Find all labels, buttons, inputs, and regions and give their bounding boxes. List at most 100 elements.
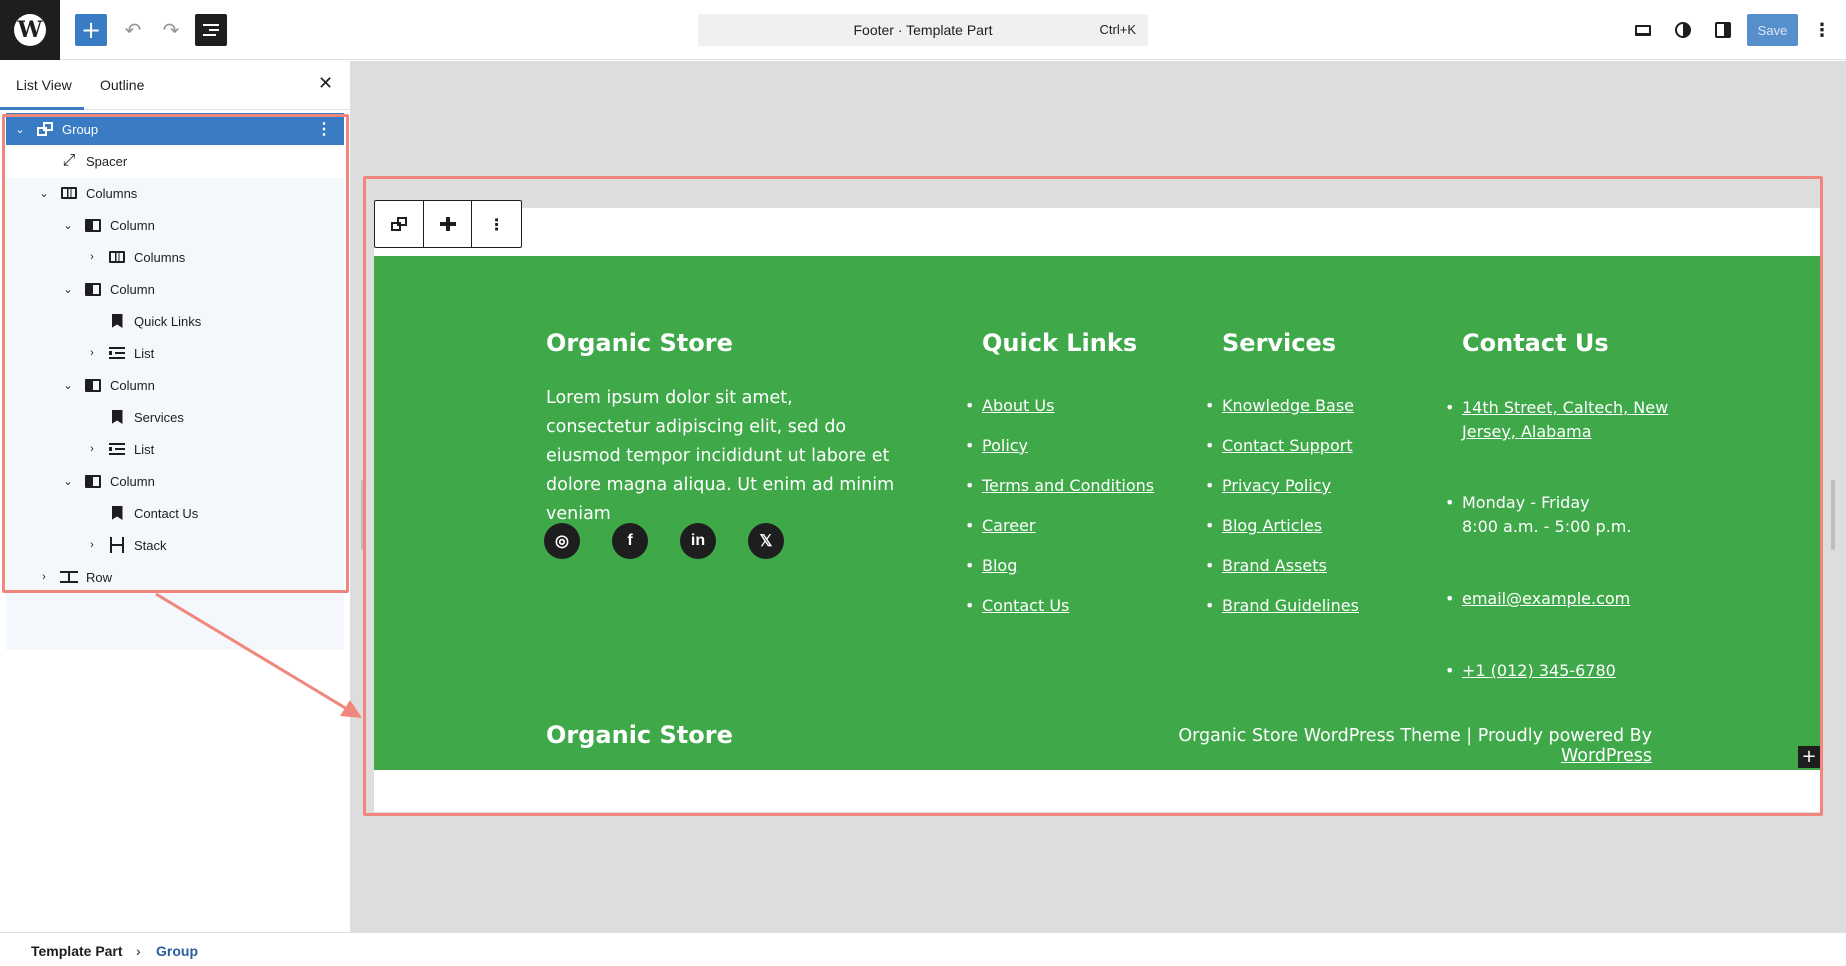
wordpress-logo-icon: W <box>14 14 46 46</box>
quick-link-terms[interactable]: Terms and Conditions <box>982 476 1154 495</box>
instagram-icon[interactable]: ◎ <box>544 523 580 559</box>
list-view-item-stack[interactable]: › Stack <box>6 529 344 561</box>
heading-icon <box>108 505 126 521</box>
service-link-blog-articles[interactable]: Blog Articles <box>1222 516 1322 535</box>
document-overview-button[interactable] <box>195 14 227 46</box>
column-icon <box>84 473 102 489</box>
command-palette-button[interactable]: Footer · Template Part Ctrl+K <box>698 14 1148 46</box>
list-view-item-list[interactable]: › List <box>6 433 344 465</box>
list-item: 14th Street, Caltech, New Jersey, Alabam… <box>1445 396 1668 444</box>
contact-hours-list: Monday - Friday 8:00 a.m. - 5:00 p.m. <box>1445 491 1631 539</box>
chevron-down-icon[interactable]: ⌄ <box>60 283 76 296</box>
column-icon <box>84 217 102 233</box>
tab-list-view[interactable]: List View <box>16 77 72 93</box>
list-view-item-column[interactable]: ⌄ Column <box>6 273 344 305</box>
list-item: About Us <box>965 396 1154 436</box>
footer-brand-heading[interactable]: Organic Store <box>546 329 733 357</box>
contact-email-link[interactable]: email@example.com <box>1462 589 1630 608</box>
list-icon <box>108 345 126 361</box>
list-view-item-columns[interactable]: › Columns <box>6 241 344 273</box>
add-block-button[interactable]: + <box>75 14 107 46</box>
chevron-right-icon[interactable]: › <box>84 539 100 551</box>
settings-sidebar-button[interactable] <box>1707 14 1739 46</box>
quick-link-policy[interactable]: Policy <box>982 436 1028 455</box>
styles-button[interactable] <box>1667 14 1699 46</box>
list-view-item-label: Column <box>110 473 155 489</box>
contact-address-link[interactable]: 14th Street, Caltech, New Jersey, Alabam… <box>1462 398 1668 441</box>
x-icon[interactable]: 𝕏 <box>748 523 784 559</box>
options-menu-button[interactable]: ⋮ <box>1806 14 1838 46</box>
device-preview-button[interactable] <box>1627 14 1659 46</box>
list-view-item-label: Services <box>134 409 184 425</box>
services-heading[interactable]: Services <box>1222 329 1336 357</box>
chevron-down-icon[interactable]: ⌄ <box>60 379 76 392</box>
footer-description[interactable]: Lorem ipsum dolor sit amet, consectetur … <box>546 384 896 529</box>
footer-group[interactable]: Organic Store Lorem ipsum dolor sit amet… <box>374 256 1822 770</box>
options-icon[interactable]: ⋮ <box>316 119 332 139</box>
chevron-right-icon[interactable]: › <box>84 251 100 263</box>
list-view-item-list[interactable]: › List <box>6 337 344 369</box>
contact-heading[interactable]: Contact Us <box>1462 329 1609 357</box>
undo-button[interactable]: ↶ <box>117 14 149 46</box>
service-link-privacy[interactable]: Privacy Policy <box>1222 476 1331 495</box>
quick-link-about[interactable]: About Us <box>982 396 1054 415</box>
chevron-down-icon[interactable]: ⌄ <box>36 187 52 200</box>
block-type-button[interactable] <box>375 201 424 247</box>
panel-tabs: List View Outline ✕ <box>0 61 350 110</box>
list-view-item-services[interactable]: Services <box>6 401 344 433</box>
quick-links-list: About Us Policy Terms and Conditions Car… <box>965 396 1154 636</box>
columns-icon <box>108 249 126 265</box>
block-appender-button[interactable]: + <box>1798 746 1820 768</box>
chevron-right-icon[interactable]: › <box>84 443 100 455</box>
footer-bottom-brand[interactable]: Organic Store <box>546 721 733 749</box>
quick-link-blog[interactable]: Blog <box>982 556 1017 575</box>
list-view-item-contact-us[interactable]: Contact Us <box>6 497 344 529</box>
list-view-panel: List View Outline ✕ ⌄ Group ⋮ ⤢ Spacer ⌄ Colum… <box>0 61 351 932</box>
list-view-item-column[interactable]: ⌄ Column <box>6 369 344 401</box>
list-view-item-column[interactable]: ⌄ Column <box>6 465 344 497</box>
list-view-item-label: Column <box>110 217 155 233</box>
contact-list: 14th Street, Caltech, New Jersey, Alabam… <box>1445 396 1668 444</box>
list-view-item-spacer[interactable]: ⤢ Spacer <box>6 145 344 177</box>
list-view-item-label: Column <box>110 281 155 297</box>
quick-link-contact[interactable]: Contact Us <box>982 596 1069 615</box>
redo-button[interactable]: ↷ <box>155 14 187 46</box>
list-view-item-group[interactable]: ⌄ Group ⋮ <box>6 113 344 145</box>
shortcut-hint: Ctrl+K <box>1099 22 1136 37</box>
chevron-down-icon[interactable]: ⌄ <box>60 219 76 232</box>
service-link-knowledge-base[interactable]: Knowledge Base <box>1222 396 1354 415</box>
quick-links-heading[interactable]: Quick Links <box>982 329 1137 357</box>
contact-phone-link[interactable]: +1 (012) 345-6780 <box>1462 661 1616 680</box>
chevron-down-icon[interactable]: ⌄ <box>60 475 76 488</box>
block-options-button[interactable]: ⋮ <box>472 201 521 247</box>
active-tab-indicator <box>0 107 84 110</box>
list-view-item-row[interactable]: › Row <box>6 561 344 593</box>
list-item: Terms and Conditions <box>965 476 1154 516</box>
close-icon[interactable]: ✕ <box>318 73 333 94</box>
save-button[interactable]: Save <box>1747 14 1798 46</box>
resize-handle-left[interactable] <box>361 480 365 550</box>
list-item: Policy <box>965 436 1154 476</box>
top-toolbar: W + ↶ ↷ Footer · Template Part Ctrl+K Sa… <box>0 0 1846 60</box>
breadcrumb-group[interactable]: Group <box>156 943 198 959</box>
service-link-brand-guidelines[interactable]: Brand Guidelines <box>1222 596 1359 615</box>
chevron-right-icon[interactable]: › <box>36 571 52 583</box>
chevron-right-icon[interactable]: › <box>84 347 100 359</box>
wordpress-logo-button[interactable]: W <box>0 0 60 60</box>
facebook-icon[interactable]: f <box>612 523 648 559</box>
quick-link-career[interactable]: Career <box>982 516 1035 535</box>
resize-handle-right[interactable] <box>1831 480 1835 550</box>
drag-move-button[interactable] <box>424 201 473 247</box>
service-link-brand-assets[interactable]: Brand Assets <box>1222 556 1327 575</box>
breadcrumb-template-part[interactable]: Template Part <box>31 943 123 959</box>
contact-email-list: email@example.com <box>1445 589 1630 629</box>
wordpress-link[interactable]: WordPress <box>1561 746 1652 766</box>
service-link-contact-support[interactable]: Contact Support <box>1222 436 1353 455</box>
list-view-item-columns[interactable]: ⌄ Columns <box>6 177 344 209</box>
tab-outline[interactable]: Outline <box>100 77 144 93</box>
list-view-item-column[interactable]: ⌄ Column <box>6 209 344 241</box>
linkedin-icon[interactable]: in <box>680 523 716 559</box>
list-item: Contact Support <box>1205 436 1359 476</box>
list-view-item-quick-links[interactable]: Quick Links <box>6 305 344 337</box>
chevron-down-icon[interactable]: ⌄ <box>12 123 28 136</box>
